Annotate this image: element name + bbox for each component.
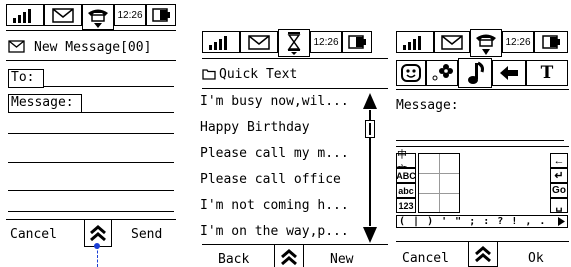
list-item[interactable]: I'm on the way,p... — [200, 224, 349, 239]
page-title: Quick Text — [219, 66, 298, 82]
menu-up-button[interactable] — [274, 244, 304, 267]
double-chevron-up-icon — [281, 249, 297, 266]
double-chevron-up-icon — [90, 225, 106, 242]
to-label: To: — [8, 69, 44, 88]
divider — [202, 58, 388, 59]
symbol-row[interactable]: ( | ) ' " ; : ? ! , . — [396, 215, 568, 228]
music-note-button[interactable] — [458, 58, 492, 88]
message-label: Message: — [8, 94, 82, 113]
status-bar: 12:26 — [0, 0, 180, 30]
space-key[interactable]: ␣ — [550, 198, 568, 213]
list-item[interactable]: I'm busy now,wil... — [200, 94, 349, 109]
smiley-face-icon — [401, 64, 421, 82]
envelope-icon[interactable] — [44, 4, 82, 26]
signal-strength-icon — [202, 31, 240, 53]
scroll-thumb[interactable] — [365, 120, 375, 138]
cancel-button[interactable]: Cancel — [402, 251, 449, 266]
enter-key[interactable]: ↵ — [550, 168, 568, 183]
list-item[interactable]: Please call my m... — [200, 146, 349, 161]
menu-up-button[interactable] — [468, 241, 498, 267]
double-chevron-up-icon — [475, 246, 491, 263]
divider — [396, 89, 569, 90]
flower-icon — [432, 64, 453, 81]
list-item[interactable]: I'm not coming h... — [200, 198, 349, 213]
telephone-icon[interactable] — [470, 29, 502, 57]
signal-strength-icon — [396, 31, 434, 53]
clock-time: 12:26 — [310, 31, 342, 53]
divider — [6, 30, 176, 31]
new-message-screen: 12:26 New Message[00] To: Message: Cance… — [0, 0, 180, 267]
scroll-down-arrow-icon[interactable] — [362, 226, 378, 244]
message-label: Message: — [396, 98, 459, 113]
ruled-line — [8, 133, 174, 134]
scroll-up-arrow-icon[interactable] — [362, 92, 378, 110]
music-note-icon — [468, 61, 484, 84]
new-button[interactable]: New — [330, 252, 353, 267]
to-field[interactable] — [44, 86, 174, 87]
input-mode-chinese[interactable]: 中文 — [396, 150, 416, 176]
quick-text-list: I'm busy now,wil... Happy Birthday Pleas… — [200, 88, 372, 245]
input-mode-lower[interactable]: abc — [396, 183, 416, 198]
message-entry-screen: 12:26 T Message: 中文 ABC abc 123 ← ↵ Go ␣… — [392, 0, 571, 267]
play-arrow-icon[interactable] — [556, 216, 566, 227]
battery-icon — [342, 31, 372, 53]
scrollbar[interactable] — [362, 92, 378, 244]
backspace-button[interactable] — [492, 60, 526, 86]
envelope-icon — [8, 40, 25, 53]
envelope-icon[interactable] — [434, 31, 470, 53]
ruled-line — [8, 112, 174, 113]
folder-icon — [202, 69, 216, 80]
back-button[interactable]: Back — [218, 252, 249, 267]
message-input[interactable] — [396, 115, 564, 141]
input-mode-upper[interactable]: ABC — [396, 168, 416, 183]
pointer-dot — [94, 243, 100, 249]
clock-time: 12:26 — [502, 31, 534, 53]
cancel-button[interactable]: Cancel — [10, 227, 57, 242]
title-bar: Quick Text — [202, 64, 390, 84]
left-arrow-icon — [500, 66, 518, 80]
signal-strength-icon — [6, 4, 44, 26]
ruled-line — [8, 190, 174, 191]
smiley-button[interactable] — [396, 60, 426, 86]
telephone-icon[interactable] — [82, 4, 114, 30]
candidate-area[interactable] — [462, 153, 548, 213]
flower-button[interactable] — [426, 60, 458, 86]
divider — [6, 60, 176, 61]
send-button[interactable]: Send — [131, 227, 162, 242]
input-mode-numeric[interactable]: 123 — [396, 198, 416, 213]
list-item[interactable]: Please call office — [200, 172, 341, 187]
handwriting-pad[interactable] — [418, 153, 460, 213]
ok-button[interactable]: Ok — [528, 251, 544, 266]
divider — [396, 146, 569, 147]
battery-icon — [146, 4, 176, 26]
page-title: New Message[00] — [34, 39, 152, 55]
envelope-icon[interactable] — [240, 31, 278, 53]
title-bar: New Message[00] — [8, 37, 180, 57]
backspace-key[interactable]: ← — [550, 153, 568, 168]
clock-time: 12:26 — [114, 4, 146, 26]
ruled-line — [8, 162, 174, 163]
list-item[interactable]: Happy Birthday — [200, 120, 310, 135]
ruled-line — [8, 211, 174, 212]
symbol-row-text: ( | ) ' " ; : ? ! , . — [399, 216, 547, 227]
message-body-field[interactable] — [8, 112, 174, 214]
text-format-button[interactable]: T — [526, 60, 568, 86]
go-key[interactable]: Go — [550, 183, 568, 198]
quick-text-screen: 12:26 Quick Text I'm busy now,wil... Hap… — [198, 0, 390, 267]
battery-icon — [534, 31, 568, 53]
pointer-indicator — [97, 246, 98, 267]
hourglass-phone-icon[interactable] — [278, 29, 310, 57]
